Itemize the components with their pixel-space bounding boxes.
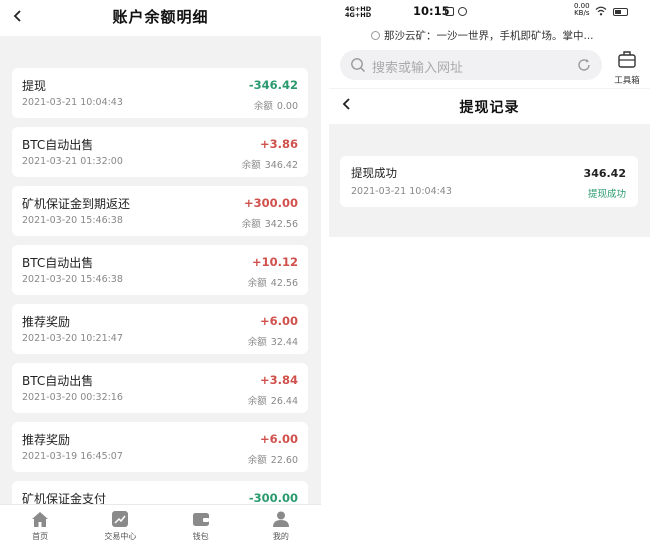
record-date: 2021-03-21 01:32:00 (22, 156, 123, 167)
record-title: 矿机保证金到期返还 (22, 197, 131, 211)
balance-label: 余额 (247, 337, 267, 348)
balance-value: 0.00 (276, 101, 298, 112)
notice-ticker[interactable]: 那沙云矿：一沙一世界，手机即矿场。掌中... (371, 28, 594, 43)
bottom-tabbar: 首页 交易中心 钱包 我的 (0, 504, 321, 545)
toolbox-label: 工具箱 (614, 76, 640, 86)
tab-trading-label: 交易中心 (104, 532, 137, 541)
battery-icon (613, 8, 628, 16)
status-bar: 4G+HD 4G+HD 10:15 0.00 KB/s (329, 0, 650, 24)
balance-record-card[interactable]: BTC自动出售 2021-03-20 00:32:16 +3.84 余额 26.44 (12, 363, 308, 413)
url-search-input[interactable]: 搜索或输入网址 (340, 50, 602, 80)
record-amount: +300.00 (243, 196, 298, 210)
record-title: 推荐奖励 (22, 315, 71, 329)
tab-mine-label: 我的 (272, 532, 289, 541)
balance-value: 26.44 (270, 396, 298, 407)
record-title: BTC自动出售 (22, 256, 94, 270)
wifi-icon (595, 6, 607, 16)
balance-value: 42.56 (270, 278, 298, 289)
screenshot-stage: 账户余额明细 提现 2021-03-21 10:04:43 -346.42 余额 0.0… (0, 0, 650, 545)
balance-value: 342.56 (264, 219, 298, 230)
record-date: 2021-03-19 16:45:07 (22, 451, 123, 462)
record-date: 2021-03-20 15:46:38 (22, 274, 123, 285)
balance-value: 32.44 (270, 337, 298, 348)
record-balance: 余额 32.44 (248, 334, 298, 348)
balance-label: 余额 (253, 101, 273, 112)
withdraw-record-screen: 4G+HD 4G+HD 10:15 0.00 KB/s 那沙云矿：一沙一世界，手… (329, 0, 650, 545)
chart-icon (112, 511, 129, 527)
record-amount: 346.42 (583, 167, 626, 180)
record-title: 推荐奖励 (22, 433, 71, 447)
status-badge: 提现成功 (587, 189, 626, 200)
tab-home-label: 首页 (32, 532, 49, 541)
balance-value: 22.60 (270, 455, 298, 466)
balance-label: 余额 (241, 219, 261, 230)
tab-home[interactable]: 首页 (0, 505, 80, 545)
record-amount: +3.84 (259, 373, 298, 387)
network-speed: 0.00 KB/s (574, 3, 590, 17)
home-icon (32, 512, 49, 527)
record-amount: +6.00 (259, 432, 298, 446)
wallet-icon (192, 513, 209, 526)
toolbox-button[interactable]: 工具箱 (609, 50, 645, 86)
balance-label: 余额 (247, 455, 267, 466)
balance-record-card[interactable]: 推荐奖励 2021-03-19 16:45:07 +6.00 余额 22.60 (12, 422, 308, 472)
search-placeholder: 搜索或输入网址 (372, 61, 464, 76)
record-amount: -300.00 (248, 491, 298, 505)
record-amount: +3.86 (259, 137, 298, 151)
globe-icon (371, 31, 380, 40)
refresh-icon[interactable] (576, 57, 592, 73)
page-title: 提现记录 (459, 100, 520, 116)
balance-record-card[interactable]: 提现 2021-03-21 10:04:43 -346.42 余额 0.00 (12, 68, 308, 118)
record-date: 2021-03-21 10:04:43 (351, 186, 452, 197)
signal-bottom-label: 4G+HD (345, 11, 372, 19)
balance-label: 余额 (247, 396, 267, 407)
record-amount: +6.00 (259, 314, 298, 328)
signal-indicator: 4G+HD 4G+HD (345, 6, 372, 19)
record-balance: 余额 342.56 (242, 216, 298, 230)
wechat-icon (458, 7, 467, 16)
withdraw-record-card[interactable]: 提现成功 2021-03-21 10:04:43 346.42 提现成功 (340, 156, 638, 207)
record-amount: -346.42 (248, 78, 298, 92)
toolbox-icon (618, 51, 636, 68)
record-balance: 余额 42.56 (248, 275, 298, 289)
notification-app-icon (445, 7, 454, 16)
balance-value: 346.42 (264, 160, 298, 171)
balance-record-card[interactable]: BTC自动出售 2021-03-20 15:46:38 +10.12 余额 42.56 (12, 245, 308, 295)
right-header: 提现记录 (329, 88, 650, 124)
balance-record-card[interactable]: 推荐奖励 2021-03-20 10:21:47 +6.00 余额 32.44 (12, 304, 308, 354)
left-header: 账户余额明细 (0, 0, 321, 36)
record-date: 2021-03-20 00:32:16 (22, 392, 123, 403)
balance-detail-screen: 账户余额明细 提现 2021-03-21 10:04:43 -346.42 余额 0.0… (0, 0, 321, 545)
balance-label: 余额 (241, 160, 261, 171)
record-date: 2021-03-20 10:21:47 (22, 333, 123, 344)
speed-unit: KB/s (574, 9, 590, 17)
record-balance: 余额 26.44 (248, 393, 298, 407)
record-title: 提现 (22, 79, 47, 93)
user-icon (272, 511, 289, 527)
tab-mine[interactable]: 我的 (241, 505, 321, 545)
record-amount: +10.12 (251, 255, 298, 269)
balance-record-card[interactable]: BTC自动出售 2021-03-21 01:32:00 +3.86 余额 346.42 (12, 127, 308, 177)
record-title: BTC自动出售 (22, 138, 94, 152)
withdraw-record-body: 提现成功 2021-03-21 10:04:43 346.42 提现成功 (329, 124, 650, 237)
balance-record-card[interactable]: 矿机保证金到期返还 2021-03-20 15:46:38 +300.00 余额 342… (12, 186, 308, 236)
tab-trading-center[interactable]: 交易中心 (80, 505, 160, 545)
record-title: BTC自动出售 (22, 374, 94, 388)
ticker-text: 那沙云矿：一沙一世界，手机即矿场。掌中... (384, 30, 594, 42)
record-title: 提现成功 (351, 166, 397, 180)
balance-record-list: 提现 2021-03-21 10:04:43 -346.42 余额 0.00 BTC自动出… (12, 68, 308, 540)
record-balance: 余额 0.00 (254, 98, 298, 112)
search-icon (351, 58, 366, 73)
tab-wallet-label: 钱包 (192, 532, 209, 541)
tab-wallet[interactable]: 钱包 (161, 505, 241, 545)
record-date: 2021-03-21 10:04:43 (22, 97, 123, 108)
page-title: 账户余额明细 (112, 8, 209, 26)
record-balance: 余额 22.60 (248, 452, 298, 466)
balance-label: 余额 (247, 278, 267, 289)
record-date: 2021-03-20 15:46:38 (22, 215, 123, 226)
record-balance: 余额 346.42 (242, 157, 298, 171)
